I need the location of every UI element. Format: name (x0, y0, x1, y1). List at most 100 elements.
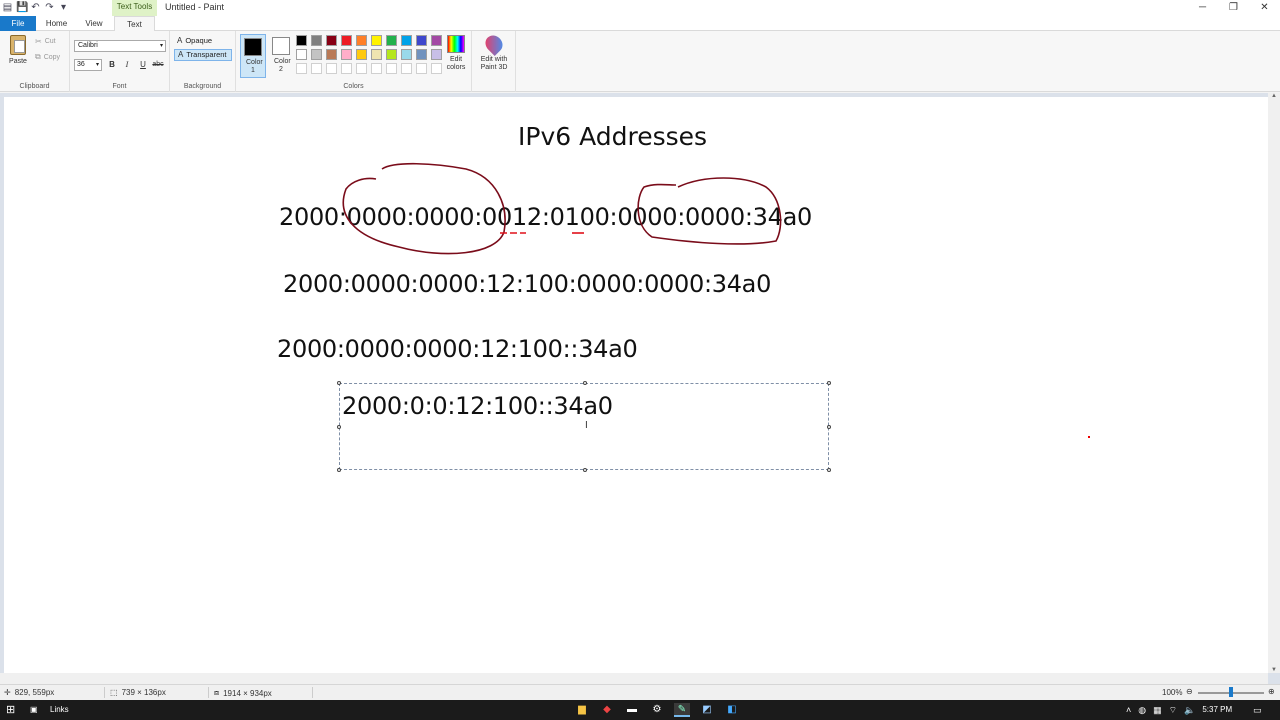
taskbar-apps: ▆ ◆ ▬ ⚙ ✎ ◩ ◧ (574, 703, 740, 717)
palette-swatch[interactable] (431, 35, 442, 46)
tab-home[interactable]: Home (40, 16, 73, 31)
tab-file[interactable]: File (0, 16, 36, 31)
palette-swatch[interactable] (296, 49, 307, 60)
notifications-icon[interactable]: ▭ (1253, 704, 1262, 716)
paint-taskbar-icon[interactable]: ✎ (674, 703, 690, 717)
copy-button[interactable]: ⧉ Copy (35, 52, 60, 62)
palette-swatch[interactable] (386, 63, 397, 74)
network-icon[interactable]: ◍ (1138, 704, 1146, 716)
zoom-slider-thumb[interactable] (1229, 687, 1233, 697)
cut-button[interactable]: ✂ Cut (35, 37, 56, 46)
wifi-icon[interactable]: ⌔ (1169, 704, 1177, 716)
color-1-swatch (244, 38, 262, 56)
palette-swatch[interactable] (341, 49, 352, 60)
resize-handle[interactable] (827, 425, 831, 429)
resize-handle[interactable] (827, 381, 831, 385)
start-icon[interactable]: ⊞ (6, 704, 15, 716)
palette-swatch[interactable] (371, 63, 382, 74)
palette-swatch[interactable] (431, 49, 442, 60)
palette-swatch[interactable] (311, 63, 322, 74)
cut-label: Cut (44, 38, 56, 45)
chevron-up-icon[interactable]: ˄ (1126, 704, 1131, 716)
strikethrough-button[interactable]: abc (151, 59, 165, 71)
font-family-select[interactable]: Calibri ▾ (74, 40, 166, 52)
settings-icon[interactable]: ⚙ (649, 703, 665, 717)
palette-swatch[interactable] (416, 49, 427, 60)
opaque-option[interactable]: A Opaque (174, 35, 232, 47)
palette-swatch[interactable] (326, 35, 337, 46)
bold-button[interactable]: B (105, 59, 119, 71)
underline-button[interactable]: U (136, 59, 150, 71)
palette-swatch[interactable] (356, 63, 367, 74)
palette-swatch[interactable] (326, 49, 337, 60)
palette-swatch[interactable] (356, 49, 367, 60)
palette-swatch[interactable] (386, 49, 397, 60)
palette-swatch[interactable] (311, 49, 322, 60)
zoom-in-icon[interactable]: ⊕ (1268, 687, 1275, 696)
palette-swatch[interactable] (401, 63, 412, 74)
palette-swatch[interactable] (341, 63, 352, 74)
clock[interactable]: 5:37 PM (1202, 704, 1232, 716)
resize-handle[interactable] (337, 381, 341, 385)
text-tools-context-tab: Text Tools (112, 0, 157, 16)
zoom-out-icon[interactable]: ⊖ (1186, 687, 1193, 696)
resize-handle[interactable] (337, 425, 341, 429)
scroll-down-icon[interactable]: ▼ (1268, 667, 1280, 673)
transparent-option[interactable]: A Transparent (174, 49, 232, 61)
links-toolbar[interactable]: Links (50, 704, 69, 716)
app-tray-icon[interactable]: ▦ (1153, 704, 1162, 716)
color-palette (296, 35, 444, 76)
paste-button[interactable]: Paste (6, 35, 30, 65)
edit-colors-button[interactable]: Edit colors (442, 35, 470, 72)
app-icon[interactable]: ◩ (699, 703, 715, 717)
customize-qat-icon[interactable]: ▾ (58, 2, 69, 13)
italic-button[interactable]: I (120, 59, 134, 71)
file-explorer-icon[interactable]: ▆ (574, 703, 590, 717)
tab-text[interactable]: Text (114, 16, 155, 32)
resize-handle[interactable] (337, 468, 341, 472)
resize-handle[interactable] (827, 468, 831, 472)
horizontal-scrollbar[interactable] (0, 673, 1268, 684)
minimize-button[interactable]: ─ (1187, 0, 1218, 16)
palette-swatch[interactable] (311, 35, 322, 46)
ipv6-address-compressed[interactable]: 2000:0:0:12:100::34a0 (342, 392, 613, 420)
color-2-button[interactable]: Color 2 (268, 34, 294, 78)
restore-button[interactable]: ❐ (1218, 0, 1249, 16)
font-size-select[interactable]: 36 ▾ (74, 59, 102, 71)
resize-handle[interactable] (583, 468, 587, 472)
palette-swatch[interactable] (326, 63, 337, 74)
undo-icon[interactable]: ↶ (30, 2, 41, 13)
palette-swatch[interactable] (386, 35, 397, 46)
palette-swatch[interactable] (416, 35, 427, 46)
palette-swatch[interactable] (401, 49, 412, 60)
drawing-canvas[interactable]: IPv6 Addresses 2000:0000:0000:0012:0100:… (4, 97, 1268, 673)
clipboard-group-label: Clipboard (19, 83, 50, 90)
palette-swatch[interactable] (401, 35, 412, 46)
close-button[interactable]: ✕ (1249, 0, 1280, 16)
edit-with-paint3d-button[interactable]: Edit with Paint 3D (476, 31, 512, 72)
volume-icon[interactable]: 🔈 (1184, 704, 1195, 716)
palette-swatch[interactable] (416, 63, 427, 74)
palette-swatch[interactable] (371, 49, 382, 60)
palette-swatch[interactable] (356, 35, 367, 46)
remote-desktop-icon[interactable]: ◧ (724, 703, 740, 717)
task-view-icon[interactable]: ▣ (30, 704, 38, 716)
color-1-button[interactable]: Color 1 (240, 34, 266, 78)
browser-icon[interactable]: ◆ (599, 703, 615, 717)
scroll-up-icon[interactable]: ▲ (1268, 93, 1280, 99)
redo-icon[interactable]: ↷ (44, 2, 55, 13)
resize-handle[interactable] (583, 381, 587, 385)
tab-view[interactable]: View (79, 16, 109, 31)
save-icon[interactable]: 💾 (16, 2, 28, 13)
vertical-scrollbar[interactable]: ▲ ▼ (1268, 93, 1280, 673)
cursor-position-value: 829, 559px (14, 688, 55, 697)
app-window-icon[interactable]: ▬ (624, 703, 640, 717)
palette-swatch[interactable] (371, 35, 382, 46)
color-1-label: Color 1 (246, 59, 263, 74)
palette-swatch[interactable] (296, 35, 307, 46)
opaque-label: Opaque (185, 36, 213, 45)
text-box-selection[interactable]: 2000:0:0:12:100::34a0 (337, 381, 831, 472)
palette-swatch[interactable] (431, 63, 442, 74)
palette-swatch[interactable] (341, 35, 352, 46)
palette-swatch[interactable] (296, 63, 307, 74)
